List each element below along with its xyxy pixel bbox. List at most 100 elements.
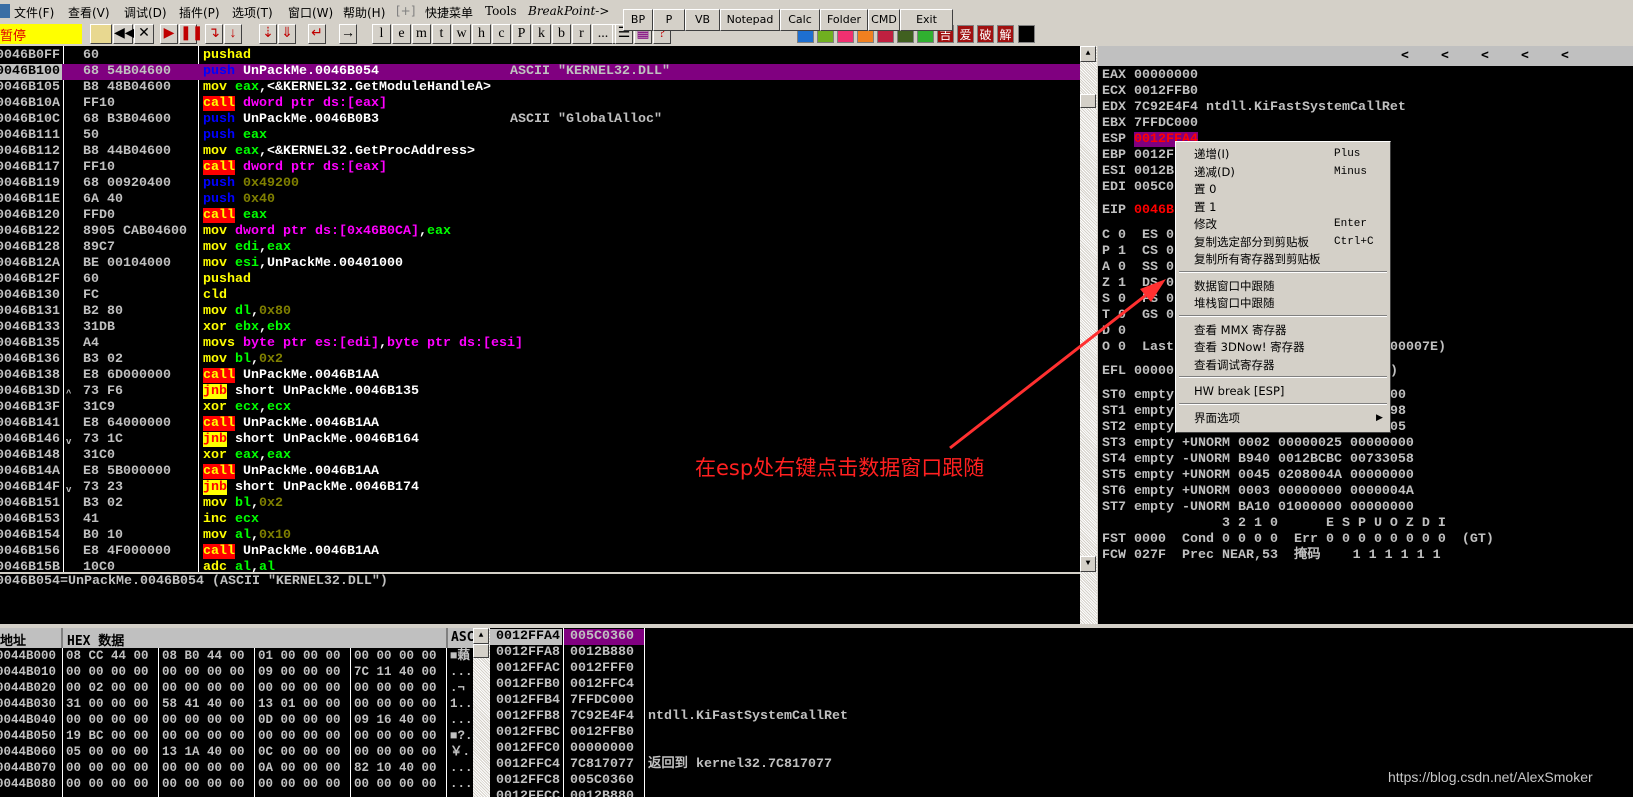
nav-left-icon[interactable]: <: [1561, 46, 1569, 66]
disasm-row[interactable]: 0046B120 FFD0 call eax: [0, 208, 1080, 224]
window-button-P[interactable]: P: [512, 24, 531, 44]
stack-row[interactable]: 0012FFA4 005C0360: [490, 629, 1633, 645]
reg-st3[interactable]: ST3 empty +UNORM 0002 00000025 00000000: [1102, 436, 1414, 452]
reg-st2[interactable]: ST2 empty B05: [1102, 420, 1406, 436]
reg-edx[interactable]: EDX 7C92E4F4 ntdll.KiFastSystemCallRet: [1102, 100, 1406, 116]
reg-fcw[interactable]: FCW 027F Prec NEAR,53 掩码 1 1 1 1 1 1: [1102, 548, 1441, 564]
menu-breakpoint[interactable]: BreakPoint->: [528, 4, 609, 18]
menu-plugins[interactable]: 插件(P): [179, 4, 220, 21]
menu-help[interactable]: 帮助(H): [343, 4, 385, 21]
disasm-row[interactable]: 0046B136 B3 02 mov bl,0x2: [0, 352, 1080, 368]
disasm-row[interactable]: 0046B14F v 73 23 jnb short UnPackMe.0046B17…: [0, 480, 1080, 496]
window-button-m[interactable]: m: [412, 24, 431, 44]
reg-ebx[interactable]: EBX 7FFDC000: [1102, 116, 1198, 132]
disasm-row[interactable]: 0046B10A FF10 call dword ptr ds:[eax]: [0, 96, 1080, 112]
dump-row[interactable]: 0044B000 08 CC 44 00 08 B0 44 00 01 00 00 0…: [0, 648, 473, 664]
reg-eax[interactable]: EAX 00000000: [1102, 68, 1198, 84]
disasm-row[interactable]: 0046B100 68 54B04600 push UnPackMe.0046B05…: [0, 64, 1080, 80]
calc-button[interactable]: Calc: [780, 9, 820, 31]
exit-button[interactable]: Exit: [900, 9, 953, 31]
dump-row[interactable]: 0044B040 00 00 00 00 00 00 00 00 0D 00 00 0…: [0, 712, 473, 728]
reg-st4[interactable]: ST4 empty -UNORM B940 0012BCBC 00733058: [1102, 452, 1414, 468]
context-menu-item[interactable]: HW break [ESP]: [1176, 382, 1390, 400]
disasm-row[interactable]: 0046B128 89C7 mov edi,eax: [0, 240, 1080, 256]
vb-button[interactable]: VB: [685, 9, 720, 31]
menu-options[interactable]: 选项(T): [232, 4, 273, 21]
dump-row[interactable]: 0044B010 00 00 00 00 00 00 00 00 09 00 00 0…: [0, 664, 473, 680]
cmd-button[interactable]: CMD: [868, 9, 900, 31]
window-button-t[interactable]: t: [432, 24, 451, 44]
jie-icon[interactable]: 解: [997, 25, 1014, 43]
reg-st1[interactable]: ST1 empty C98: [1102, 404, 1406, 420]
step-over-icon[interactable]: ↓: [224, 24, 242, 44]
stack-row[interactable]: 0012FFB4 7FFDC000: [490, 693, 1633, 709]
disassembly-pane[interactable]: 0046B0FF 60 pushad 0046B100 68 54B04600 push …: [0, 46, 1080, 572]
dump-row[interactable]: 0044B080 00 00 00 00 00 00 00 00 00 00 00 0…: [0, 776, 473, 792]
disasm-row[interactable]: 0046B122 8905 CAB04600 mov dword ptr ds:[0…: [0, 224, 1080, 240]
window-button-w[interactable]: w: [452, 24, 471, 44]
context-menu-item[interactable]: 数据窗口中跟随: [1176, 277, 1390, 295]
menu-tools[interactable]: Tools: [485, 4, 517, 18]
nav-left-icon[interactable]: <: [1521, 46, 1529, 66]
disasm-row[interactable]: 0046B135 A4 movs byte ptr es:[edi],byte pt…: [0, 336, 1080, 352]
reg-st5[interactable]: ST5 empty +UNORM 0045 0208004A 00000000: [1102, 468, 1414, 484]
window-button-k[interactable]: k: [532, 24, 551, 44]
pause-icon[interactable]: ❚❚: [179, 24, 203, 44]
scroll-down-icon[interactable]: ▼: [1080, 556, 1096, 572]
menu-window[interactable]: 窗口(W): [288, 4, 333, 21]
flag-s[interactable]: S 0 FS 0: [1102, 292, 1174, 308]
folder-button[interactable]: Folder: [820, 9, 868, 31]
context-menu-item[interactable]: 复制所有寄存器到剪贴板: [1176, 250, 1390, 268]
trace-over-icon[interactable]: ⇓: [278, 24, 296, 44]
reg-eip-value[interactable]: 0046B: [1134, 203, 1174, 218]
dump-header-hex[interactable]: HEX 数据: [67, 630, 124, 649]
disasm-row[interactable]: 0046B119 68 00920400 push 0x49200: [0, 176, 1080, 192]
context-menu-item[interactable]: 递增(I) Plus: [1176, 145, 1390, 163]
nav-left-icon[interactable]: <: [1441, 46, 1449, 66]
disasm-row[interactable]: 0046B130 FC cld: [0, 288, 1080, 304]
context-menu-item[interactable]: 复制选定部分到剪贴板 Ctrl+C: [1176, 233, 1390, 251]
po-icon[interactable]: 破: [977, 25, 994, 43]
reg-st0[interactable]: ST0 empty 600: [1102, 388, 1406, 404]
stack-row[interactable]: 0012FFB0 0012FFC4: [490, 677, 1633, 693]
disasm-row[interactable]: 0046B117 FF10 call dword ptr ds:[eax]: [0, 160, 1080, 176]
flag-z[interactable]: Z 1 DS 0: [1102, 276, 1174, 292]
disasm-row[interactable]: 0046B15B 10C0 adc al,al: [0, 560, 1080, 572]
flag-c[interactable]: C 0 ES 0: [1102, 228, 1174, 244]
dump-row[interactable]: 0044B050 19 BC 00 00 00 00 00 00 00 00 00 0…: [0, 728, 473, 744]
disassembly-scrollbar[interactable]: ▲ ▼: [1080, 46, 1097, 624]
context-menu-item[interactable]: 修改 Enter: [1176, 215, 1390, 233]
context-menu-item[interactable]: 递减(D) Minus: [1176, 163, 1390, 181]
window-button-r[interactable]: r: [572, 24, 591, 44]
menu-view[interactable]: 查看(V): [68, 4, 110, 21]
menu-file[interactable]: 文件(F): [14, 4, 54, 21]
scroll-up-icon[interactable]: ▲: [473, 628, 489, 644]
window-button-...[interactable]: ...: [592, 24, 614, 44]
bp-button[interactable]: BP: [623, 9, 653, 31]
disasm-row[interactable]: 0046B146 v 73 1C jnb short UnPackMe.0046B16…: [0, 432, 1080, 448]
reg-ebp[interactable]: EBP 0012F: [1102, 148, 1174, 164]
disasm-row[interactable]: 0046B10C 68 B3B04600 push UnPackMe.0046B0B…: [0, 112, 1080, 128]
reg-edi[interactable]: EDI 005C0: [1102, 180, 1174, 196]
stack-row[interactable]: 0012FFB8 7C92E4F4 ntdll.KiFastSystemCallRe…: [490, 709, 1633, 725]
reg-ecx[interactable]: ECX 0012FFB0: [1102, 84, 1198, 100]
disasm-row[interactable]: 0046B105 B8 48B04600 mov eax,<&KERNEL32.Ge…: [0, 80, 1080, 96]
disasm-row[interactable]: 0046B13F 31C9 xor ecx,ecx: [0, 400, 1080, 416]
disasm-row[interactable]: 0046B154 B0 10 mov al,0x10: [0, 528, 1080, 544]
context-menu-item[interactable]: 堆栈窗口中跟随: [1176, 294, 1390, 312]
window-button-c[interactable]: c: [492, 24, 511, 44]
flag-a[interactable]: A 0 SS 0: [1102, 260, 1174, 276]
execute-till-return-icon[interactable]: ↵: [308, 24, 326, 44]
flag-p[interactable]: P 1 CS 0: [1102, 244, 1174, 260]
goto-icon[interactable]: →: [339, 24, 357, 44]
run-icon[interactable]: ▶: [160, 24, 178, 44]
reg-st6[interactable]: ST6 empty +UNORM 0003 00000000 0000004A: [1102, 484, 1414, 500]
step-into-icon[interactable]: ↴: [205, 24, 223, 44]
scroll-thumb[interactable]: [1080, 94, 1096, 108]
disasm-row[interactable]: 0046B131 B2 80 mov dl,0x80: [0, 304, 1080, 320]
p-button[interactable]: P: [653, 9, 685, 31]
menu-debug[interactable]: 调试(D): [124, 4, 167, 21]
reg-fst[interactable]: FST 0000 Cond 0 0 0 0 Err 0 0 0 0 0 0 0 …: [1102, 532, 1494, 548]
notepad-button[interactable]: Notepad: [720, 9, 780, 31]
context-menu-item[interactable]: 界面选项 ▶: [1176, 409, 1390, 427]
